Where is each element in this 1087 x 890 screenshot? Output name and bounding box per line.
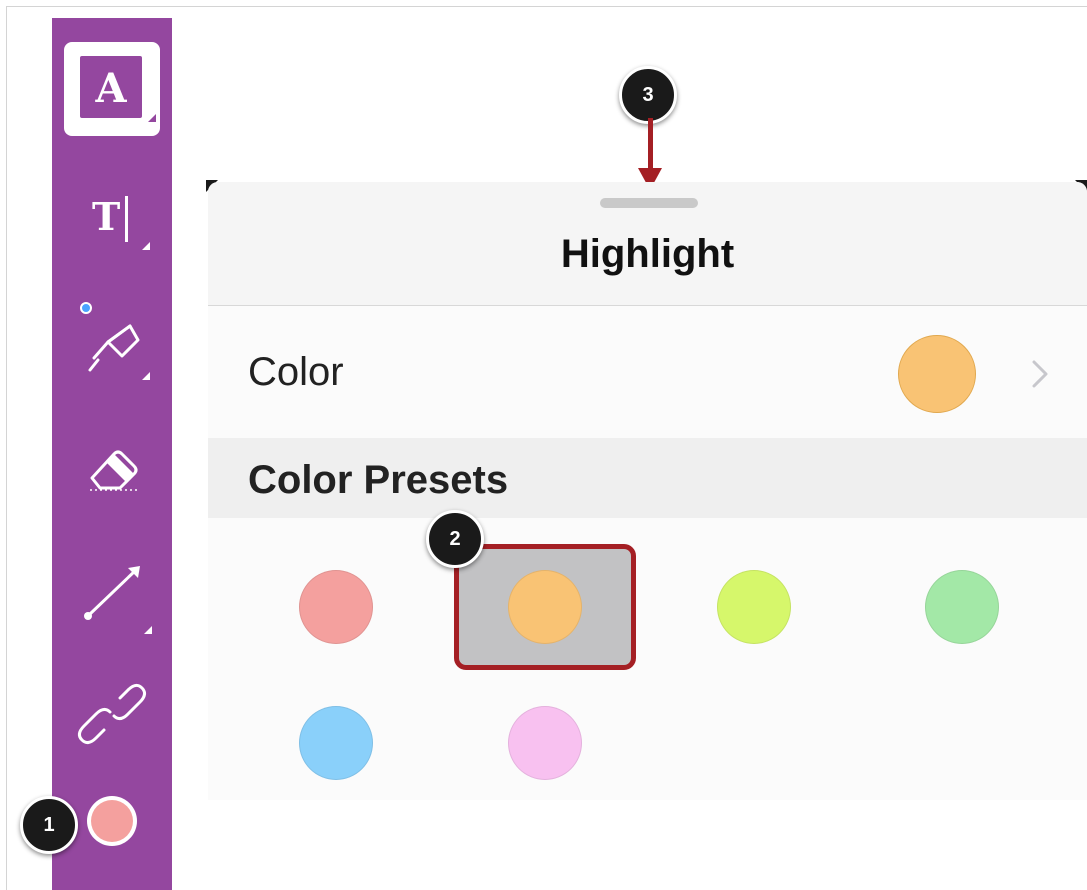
eraser-icon bbox=[90, 450, 140, 491]
preset-color-blue[interactable] bbox=[299, 706, 373, 780]
chevron-right-icon bbox=[1032, 360, 1048, 388]
panel-title: Highlight bbox=[560, 232, 735, 276]
preset-color-green[interactable] bbox=[925, 570, 999, 644]
line-tool-button[interactable] bbox=[52, 548, 172, 634]
color-presets-header: Color Presets bbox=[208, 438, 1087, 518]
callout-3: 3 bbox=[619, 66, 677, 124]
current-color-swatch bbox=[91, 800, 133, 842]
callout-2: 2 bbox=[426, 510, 484, 568]
annotation-toolbar: A T bbox=[52, 18, 172, 890]
current-color-button[interactable] bbox=[87, 796, 137, 846]
drag-handle[interactable] bbox=[600, 198, 698, 208]
eraser-tool-button[interactable] bbox=[52, 426, 172, 506]
preset-color-pink[interactable] bbox=[508, 706, 582, 780]
preset-color-red[interactable] bbox=[299, 570, 373, 644]
callout-1: 1 bbox=[20, 796, 78, 854]
svg-text:T: T bbox=[92, 194, 120, 239]
color-label: Color bbox=[248, 350, 344, 394]
link-icon bbox=[77, 683, 147, 745]
svg-text:A: A bbox=[94, 65, 127, 112]
color-row[interactable]: Color bbox=[208, 306, 1087, 438]
panel-header: Highlight bbox=[208, 182, 1087, 306]
highlighter-tool-button[interactable] bbox=[52, 296, 172, 380]
preset-color-yellow-green[interactable] bbox=[717, 570, 791, 644]
text-cursor-icon: T bbox=[92, 194, 150, 250]
line-arrow-icon bbox=[84, 566, 152, 634]
color-presets-grid bbox=[208, 518, 1087, 800]
color-presets-label: Color Presets bbox=[248, 458, 509, 502]
preset-color-orange[interactable] bbox=[508, 570, 582, 644]
highlighter-icon bbox=[80, 302, 150, 380]
callout-arrow-shaft bbox=[648, 118, 653, 174]
link-tool-button[interactable] bbox=[52, 674, 172, 754]
current-highlight-color-swatch bbox=[898, 335, 976, 413]
text-tool-button[interactable]: T bbox=[52, 176, 172, 256]
highlight-panel: Highlight Color Color Presets bbox=[208, 182, 1087, 800]
free-text-icon: A bbox=[80, 56, 156, 122]
free-text-tool-button[interactable]: A bbox=[64, 42, 160, 136]
